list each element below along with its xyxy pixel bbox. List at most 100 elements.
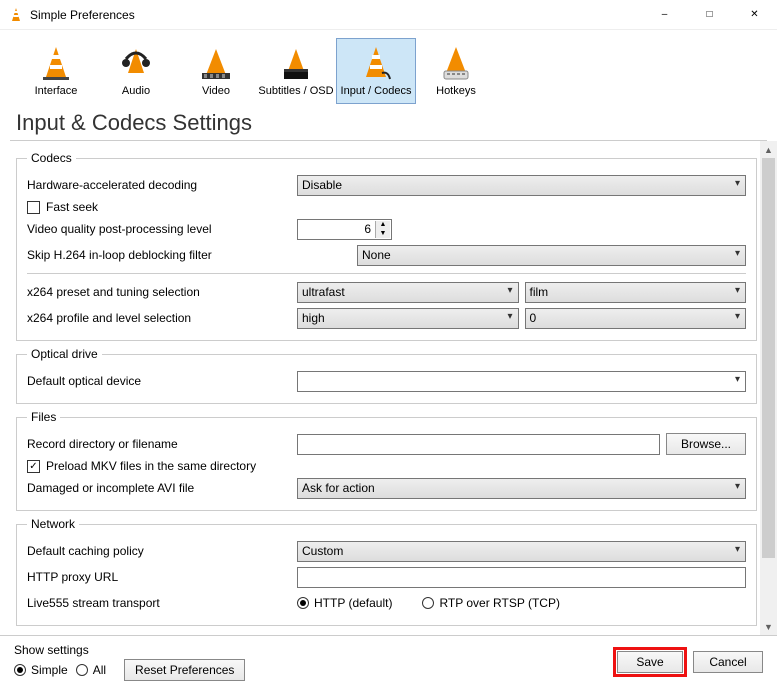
- select-value: Ask for action: [302, 481, 375, 495]
- select-value: None: [362, 248, 391, 262]
- close-button[interactable]: ✕: [732, 0, 777, 30]
- group-legend: Files: [27, 410, 60, 424]
- film-cone-icon: [196, 43, 236, 83]
- radio-label: RTP over RTSP (TCP): [439, 596, 559, 610]
- x264-preset-select[interactable]: ultrafast: [297, 282, 519, 303]
- hw-decoding-select[interactable]: Disable: [297, 175, 746, 196]
- clapper-cone-icon: [276, 43, 316, 83]
- live555-http-radio[interactable]: HTTP (default): [297, 596, 392, 610]
- caching-policy-label: Default caching policy: [27, 544, 297, 558]
- radio-icon: [422, 597, 434, 609]
- group-legend: Codecs: [27, 151, 76, 165]
- fast-seek-checkbox[interactable]: Fast seek: [27, 200, 746, 214]
- maximize-button[interactable]: □: [687, 0, 732, 30]
- http-proxy-input[interactable]: [297, 567, 746, 588]
- scrollbar-thumb[interactable]: [762, 158, 775, 558]
- settings-scrollarea: Codecs Hardware-accelerated decoding Dis…: [0, 141, 777, 635]
- group-codecs: Codecs Hardware-accelerated decoding Dis…: [16, 151, 757, 341]
- tab-label: Interface: [17, 85, 95, 97]
- scroll-up-icon[interactable]: ▲: [760, 141, 777, 158]
- save-highlight: Save: [613, 647, 687, 677]
- scroll-down-icon[interactable]: ▼: [760, 618, 777, 635]
- select-value: high: [302, 311, 325, 325]
- tab-label: Hotkeys: [417, 85, 495, 97]
- cancel-button[interactable]: Cancel: [693, 651, 763, 673]
- spinner-value: 6: [302, 222, 371, 236]
- radio-icon: [14, 664, 26, 676]
- headphones-cone-icon: [116, 43, 156, 83]
- http-proxy-label: HTTP proxy URL: [27, 570, 297, 584]
- optical-device-label: Default optical device: [27, 374, 297, 388]
- group-network: Network Default caching policy Custom HT…: [16, 517, 757, 626]
- damaged-avi-select[interactable]: Ask for action: [297, 478, 746, 499]
- show-all-radio[interactable]: All: [76, 663, 106, 677]
- button-label: Reset Preferences: [135, 663, 234, 677]
- plug-cone-icon: [356, 43, 396, 83]
- keyboard-cone-icon: [436, 43, 476, 83]
- tab-subtitles[interactable]: Subtitles / OSD: [256, 38, 336, 104]
- tab-hotkeys[interactable]: Hotkeys: [416, 38, 496, 104]
- tab-input-codecs[interactable]: Input / Codecs: [336, 38, 416, 104]
- category-tabs: Interface Audio Video Subtitles / OSD In…: [0, 30, 777, 104]
- preload-mkv-checkbox[interactable]: ✓ Preload MKV files in the same director…: [27, 459, 746, 473]
- button-label: Save: [636, 655, 663, 669]
- tab-audio[interactable]: Audio: [96, 38, 176, 104]
- show-settings-label: Show settings: [14, 643, 245, 657]
- save-button[interactable]: Save: [617, 651, 683, 673]
- minimize-button[interactable]: –: [642, 0, 687, 30]
- group-files: Files Record directory or filename Brows…: [16, 410, 757, 511]
- x264-level-select[interactable]: 0: [525, 308, 747, 329]
- cone-icon: [36, 43, 76, 83]
- select-value: Disable: [302, 178, 342, 192]
- tab-interface[interactable]: Interface: [16, 38, 96, 104]
- show-settings-group: Show settings Simple All Reset Preferenc…: [14, 643, 245, 681]
- button-label: Cancel: [709, 655, 746, 669]
- radio-label: HTTP (default): [314, 596, 392, 610]
- group-optical: Optical drive Default optical device: [16, 347, 757, 404]
- radio-icon: [297, 597, 309, 609]
- bottom-bar: Show settings Simple All Reset Preferenc…: [0, 635, 777, 687]
- record-dir-input[interactable]: [297, 434, 660, 455]
- reset-preferences-button[interactable]: Reset Preferences: [124, 659, 245, 681]
- tab-label: Video: [177, 85, 255, 97]
- vertical-scrollbar[interactable]: ▲ ▼: [760, 141, 777, 635]
- x264-profile-select[interactable]: high: [297, 308, 519, 329]
- select-value: ultrafast: [302, 285, 345, 299]
- live555-rtp-radio[interactable]: RTP over RTSP (TCP): [422, 596, 559, 610]
- select-value: Custom: [302, 544, 343, 558]
- show-simple-radio[interactable]: Simple: [14, 663, 68, 677]
- group-legend: Network: [27, 517, 79, 531]
- tab-label: Input / Codecs: [337, 85, 415, 97]
- hw-decoding-label: Hardware-accelerated decoding: [27, 178, 297, 192]
- spinner-buttons[interactable]: ▲▼: [375, 221, 390, 238]
- select-value: 0: [530, 311, 537, 325]
- tab-label: Subtitles / OSD: [257, 85, 335, 97]
- checkbox-label: Preload MKV files in the same directory: [46, 459, 256, 473]
- radio-icon: [76, 664, 88, 676]
- radio-label: All: [93, 663, 106, 677]
- window-title: Simple Preferences: [30, 8, 642, 22]
- vlc-app-icon: [8, 7, 24, 23]
- tab-video[interactable]: Video: [176, 38, 256, 104]
- record-dir-label: Record directory or filename: [27, 437, 297, 451]
- video-quality-spinner[interactable]: 6 ▲▼: [297, 219, 392, 240]
- video-quality-label: Video quality post-processing level: [27, 222, 297, 236]
- checkbox-icon: [27, 201, 40, 214]
- button-label: Browse...: [681, 437, 731, 451]
- skip-deblock-label: Skip H.264 in-loop deblocking filter: [27, 248, 357, 262]
- checkbox-icon: ✓: [27, 460, 40, 473]
- page-title: Input & Codecs Settings: [0, 104, 777, 140]
- live555-label: Live555 stream transport: [27, 596, 297, 610]
- x264-preset-label: x264 preset and tuning selection: [27, 285, 297, 299]
- x264-tuning-select[interactable]: film: [525, 282, 747, 303]
- caching-policy-select[interactable]: Custom: [297, 541, 746, 562]
- browse-button[interactable]: Browse...: [666, 433, 746, 455]
- radio-label: Simple: [31, 663, 68, 677]
- group-legend: Optical drive: [27, 347, 102, 361]
- checkbox-label: Fast seek: [46, 200, 98, 214]
- tab-label: Audio: [97, 85, 175, 97]
- skip-deblock-select[interactable]: None: [357, 245, 746, 266]
- x264-profile-label: x264 profile and level selection: [27, 311, 297, 325]
- select-value: film: [530, 285, 549, 299]
- optical-device-select[interactable]: [297, 371, 746, 392]
